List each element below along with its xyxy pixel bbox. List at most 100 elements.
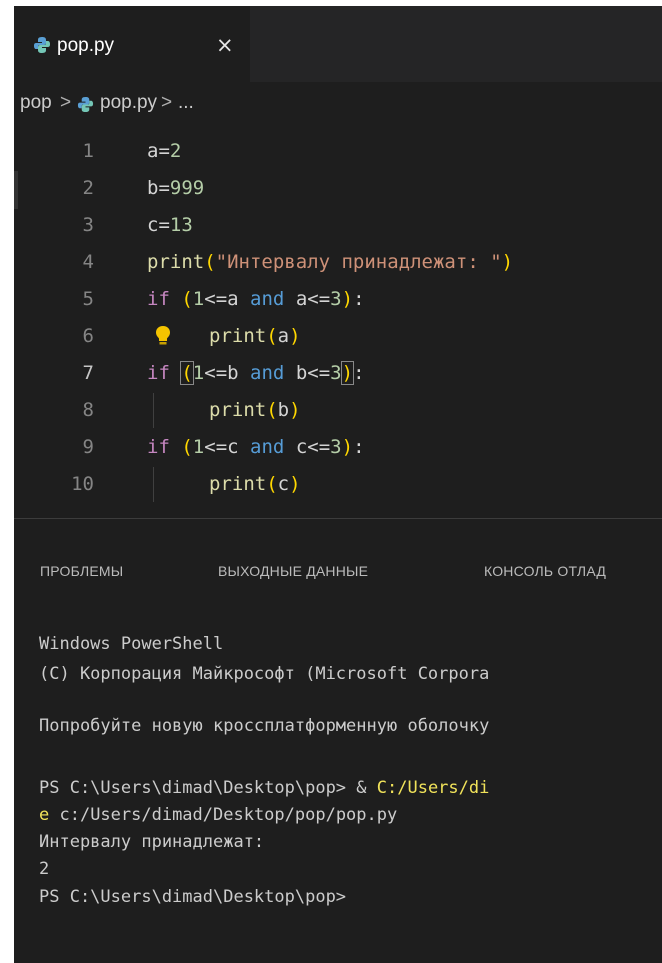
line-number: 3 bbox=[82, 214, 94, 236]
code-token: b bbox=[277, 399, 290, 421]
code-token: ) bbox=[289, 325, 301, 347]
code-line: 3 c=13 bbox=[14, 208, 662, 243]
breadcrumb-file[interactable]: pop.py bbox=[100, 92, 157, 114]
code-token: 3 bbox=[330, 436, 342, 458]
terminal-line: 2 bbox=[39, 859, 50, 879]
terminal-line: e c:/Users/dimad/Desktop/pop/pop.py bbox=[39, 801, 397, 829]
bottom-panel: ПРОБЛЕМЫ ВЫХОДНЫЕ ДАННЫЕ КОНСОЛЬ ОТЛАД W… bbox=[14, 518, 662, 963]
code-token: b bbox=[147, 177, 159, 199]
chevron-right-icon: > bbox=[161, 92, 173, 113]
code-token: 2 bbox=[169, 140, 182, 162]
code-text[interactable]: c=13 bbox=[147, 208, 193, 243]
code-text[interactable]: print(c) bbox=[209, 467, 301, 502]
terminal-line: (C) Корпорация Майкрософт (Microsoft Cor… bbox=[39, 664, 490, 684]
code-token: 3 bbox=[330, 362, 342, 384]
code-text[interactable]: a=2 bbox=[147, 134, 181, 169]
code-editor[interactable]: 1 a=2 2 b=999 3 c=13 4 print("Интервалу … bbox=[14, 126, 662, 518]
code-token: <= bbox=[307, 362, 331, 384]
python-file-icon bbox=[77, 96, 94, 113]
code-token: b bbox=[227, 362, 239, 384]
code-token: a bbox=[277, 325, 290, 347]
code-line: 5 if (1<=a and a<=3): bbox=[14, 282, 662, 317]
code-token: "Интервалу принадлежат: " bbox=[215, 251, 502, 273]
code-token: ) bbox=[341, 288, 354, 310]
code-text[interactable]: print(b) bbox=[209, 393, 301, 428]
matching-bracket: ) bbox=[340, 361, 355, 385]
code-token: c bbox=[295, 436, 308, 458]
code-token: print bbox=[209, 325, 267, 347]
code-line: 6 print(a) bbox=[14, 319, 662, 354]
code-token: = bbox=[158, 177, 170, 199]
terminal-line: PS C:\Users\dimad\Desktop\pop> bbox=[39, 887, 347, 907]
code-token: ( bbox=[266, 325, 278, 347]
code-token: if bbox=[147, 436, 170, 458]
code-token: ( bbox=[266, 399, 278, 421]
code-text[interactable]: b=999 bbox=[147, 171, 204, 206]
code-token: a bbox=[227, 288, 239, 310]
chevron-right-icon: > bbox=[60, 92, 72, 113]
command-path: C:/Users/di bbox=[376, 778, 490, 798]
code-token: 1 bbox=[192, 288, 205, 310]
indent-guide bbox=[153, 393, 154, 428]
code-token: <= bbox=[307, 436, 331, 458]
code-line: 4 print("Интервалу принадлежат: ") bbox=[14, 245, 662, 280]
line-number: 5 bbox=[82, 288, 94, 310]
code-token: <= bbox=[204, 362, 228, 384]
code-token: <= bbox=[204, 288, 228, 310]
terminal-line: Попробуйте новую кроссплатформенную обол… bbox=[39, 716, 490, 736]
python-file-icon bbox=[34, 37, 50, 53]
tab-pop-py[interactable]: pop.py × bbox=[14, 6, 250, 82]
command-path: e bbox=[39, 805, 50, 825]
code-token: b bbox=[295, 362, 308, 384]
code-token: a bbox=[295, 288, 308, 310]
code-text[interactable]: if (1<=a and a<=3): bbox=[147, 282, 365, 317]
command-args: c:/Users/dimad/Desktop/pop/pop.py bbox=[49, 805, 398, 825]
breadcrumb-folder[interactable]: pop bbox=[20, 92, 52, 114]
code-token: ( bbox=[204, 251, 216, 273]
code-token: <= bbox=[307, 288, 331, 310]
code-token: <= bbox=[204, 436, 228, 458]
code-token: = bbox=[158, 214, 170, 236]
code-token: ) bbox=[501, 251, 514, 273]
terminal-line: Windows PowerShell bbox=[39, 634, 224, 654]
code-text[interactable]: if (1<=c and c<=3): bbox=[147, 430, 365, 465]
code-token: = bbox=[158, 140, 170, 162]
tab-debug-console[interactable]: КОНСОЛЬ ОТЛАД bbox=[484, 563, 606, 579]
code-token: ) bbox=[289, 473, 301, 495]
line-number: 9 bbox=[82, 436, 94, 458]
code-text[interactable]: print("Интервалу принадлежат: ") bbox=[147, 245, 513, 280]
tab-bar: pop.py × bbox=[14, 6, 662, 82]
line-number: 2 bbox=[82, 177, 94, 199]
code-line: 1 a=2 bbox=[14, 134, 662, 169]
code-line: 9 if (1<=c and c<=3): bbox=[14, 430, 662, 465]
code-token: and bbox=[250, 362, 285, 384]
line-number: 6 bbox=[82, 325, 94, 347]
tab-label: pop.py bbox=[57, 35, 115, 56]
code-line: 8 print(b) bbox=[14, 393, 662, 428]
tab-problems[interactable]: ПРОБЛЕМЫ bbox=[40, 563, 123, 579]
code-token: and bbox=[250, 436, 285, 458]
close-icon[interactable]: × bbox=[216, 33, 234, 57]
breadcrumb-more[interactable]: ... bbox=[178, 92, 194, 114]
line-number: 10 bbox=[71, 473, 94, 495]
code-token: print bbox=[147, 251, 205, 273]
breadcrumb: pop > pop.py > ... bbox=[14, 82, 662, 126]
prompt-text: PS C:\Users\dimad\Desktop\pop> & bbox=[39, 778, 377, 798]
tab-output[interactable]: ВЫХОДНЫЕ ДАННЫЕ bbox=[218, 563, 368, 579]
code-token: if bbox=[147, 362, 170, 384]
code-token: 1 bbox=[192, 436, 205, 458]
code-token: 13 bbox=[169, 214, 193, 236]
indent-guide bbox=[153, 467, 154, 502]
line-number: 8 bbox=[82, 399, 94, 421]
lightbulb-icon[interactable] bbox=[153, 324, 173, 348]
code-token: 999 bbox=[169, 177, 205, 199]
code-line: 7 if (1<=b and b<=3): bbox=[14, 356, 662, 391]
code-text[interactable]: if (1<=b and b<=3): bbox=[147, 356, 365, 391]
code-token: print bbox=[209, 473, 267, 495]
code-token: 3 bbox=[330, 288, 342, 310]
vscode-window: pop.py × pop > pop.py > ... 1 a=2 2 b=99… bbox=[14, 6, 662, 963]
code-token: ) bbox=[341, 436, 354, 458]
line-number: 7 bbox=[82, 362, 94, 384]
code-text[interactable]: print(a) bbox=[209, 319, 301, 354]
code-token: c bbox=[277, 473, 290, 495]
